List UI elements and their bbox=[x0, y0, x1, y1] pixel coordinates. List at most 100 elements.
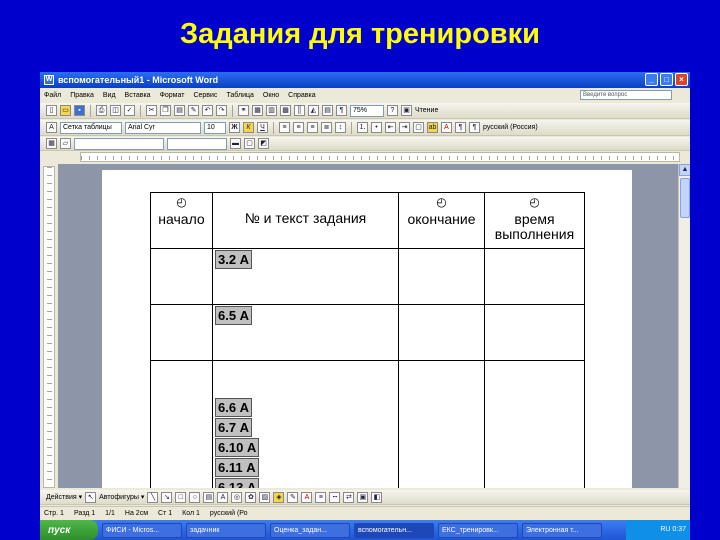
scroll-up-icon[interactable]: ▲ bbox=[679, 164, 690, 176]
rectangle-icon[interactable]: □ bbox=[175, 491, 187, 503]
open-folder-icon[interactable]: ▭ bbox=[60, 105, 71, 116]
ltr-icon[interactable]: ¶ bbox=[455, 122, 466, 133]
shadow-icon[interactable]: ▣ bbox=[357, 491, 369, 503]
table-cell-duration[interactable] bbox=[484, 360, 585, 488]
fill-color-icon[interactable]: ◈ bbox=[273, 491, 285, 503]
task-label[interactable]: 6.5 А bbox=[215, 306, 253, 325]
taskbar-window-button[interactable]: задачник bbox=[186, 522, 266, 538]
hyperlink-icon[interactable]: ⚭ bbox=[238, 105, 249, 116]
taskbar-window-button[interactable]: ФИСИ - Micros... bbox=[102, 522, 182, 538]
taskbar-window-button[interactable]: Электронная т... bbox=[522, 522, 602, 538]
menu-file[interactable]: Файл bbox=[44, 92, 61, 99]
menu-table[interactable]: Таблица bbox=[226, 92, 253, 99]
highlight-icon[interactable]: ab bbox=[427, 122, 438, 133]
zoom-select[interactable]: 75% bbox=[350, 104, 384, 117]
system-tray-clock[interactable]: RU 0:37 bbox=[626, 520, 690, 540]
numbering-icon[interactable]: ⒈ bbox=[357, 122, 368, 133]
document-page[interactable]: ◴ начало № и текст задания ◴ окончание ◴… bbox=[102, 170, 632, 488]
menu-edit[interactable]: Правка bbox=[70, 92, 94, 99]
cut-icon[interactable]: ✂ bbox=[146, 105, 157, 116]
justify-icon[interactable]: ≣ bbox=[321, 122, 332, 133]
rtl-icon[interactable]: ¶ bbox=[469, 122, 480, 133]
underline-icon[interactable]: Ч bbox=[257, 122, 268, 133]
save-icon[interactable]: ▪ bbox=[74, 105, 85, 116]
menu-help[interactable]: Справка bbox=[288, 92, 315, 99]
draw-actions-menu[interactable]: Действия ▾ bbox=[46, 493, 82, 501]
spelling-icon[interactable]: ✓ bbox=[124, 105, 135, 116]
align-center-icon[interactable]: ≡ bbox=[293, 122, 304, 133]
clipart-icon[interactable]: ✿ bbox=[245, 491, 257, 503]
table-draw-icon[interactable]: ▦ bbox=[46, 138, 57, 149]
read-mode-button[interactable]: Чтение bbox=[415, 107, 438, 114]
3d-icon[interactable]: ◧ bbox=[371, 491, 383, 503]
window-titlebar[interactable]: W вспомогательный1 - Microsoft Word _ □ … bbox=[40, 72, 690, 88]
drawing-icon[interactable]: ◭ bbox=[308, 105, 319, 116]
doc-map-icon[interactable]: ▤ bbox=[322, 105, 333, 116]
table-cell-task[interactable]: 3.2 А bbox=[212, 248, 399, 305]
align-right-icon[interactable]: ≡ bbox=[307, 122, 318, 133]
border-color-icon[interactable]: ▬ bbox=[230, 138, 241, 149]
taskbar-window-button[interactable]: Оценка_задан... bbox=[270, 522, 350, 538]
table-cell-end[interactable] bbox=[398, 304, 485, 361]
oval-icon[interactable]: ○ bbox=[189, 491, 201, 503]
picture-icon[interactable]: ▨ bbox=[259, 491, 271, 503]
line-style-icon[interactable]: ≡ bbox=[315, 491, 327, 503]
menu-format[interactable]: Формат bbox=[160, 92, 185, 99]
insert-excel-icon[interactable]: ▩ bbox=[280, 105, 291, 116]
align-left-icon[interactable]: ≡ bbox=[279, 122, 290, 133]
table-cell-duration[interactable] bbox=[484, 304, 585, 361]
taskbar-window-button-active[interactable]: вспомогательн... bbox=[354, 522, 434, 538]
preview-icon[interactable]: ◫ bbox=[110, 105, 121, 116]
task-label[interactable]: 6.7 А bbox=[215, 418, 253, 437]
line-style-select[interactable] bbox=[74, 137, 164, 150]
table-cell-end[interactable] bbox=[398, 248, 485, 305]
minimize-icon[interactable]: _ bbox=[645, 73, 658, 86]
increase-indent-icon[interactable]: ⇥ bbox=[399, 122, 410, 133]
table-cell-start[interactable] bbox=[150, 360, 213, 488]
taskbar-window-button[interactable]: ЕКС_тренировк... bbox=[438, 522, 518, 538]
font-color-icon[interactable]: A bbox=[441, 122, 452, 133]
dash-style-icon[interactable]: ┅ bbox=[329, 491, 341, 503]
header-end-cell[interactable]: ◴ окончание bbox=[398, 192, 485, 249]
table-cell-start[interactable] bbox=[150, 304, 213, 361]
copy-icon[interactable]: ❐ bbox=[160, 105, 171, 116]
font-select[interactable]: Arial Cyr bbox=[125, 121, 201, 134]
select-pointer-icon[interactable]: ↖ bbox=[85, 491, 97, 503]
bold-icon[interactable]: Ж bbox=[229, 122, 240, 133]
arrow-style-icon[interactable]: ⇄ bbox=[343, 491, 355, 503]
font-size-select[interactable]: 10 bbox=[204, 121, 226, 134]
diagram-icon[interactable]: ◎ bbox=[231, 491, 243, 503]
menu-view[interactable]: Вид bbox=[103, 92, 116, 99]
task-label[interactable]: 6.6 А bbox=[215, 398, 253, 417]
start-button[interactable]: пуск bbox=[40, 520, 98, 540]
undo-icon[interactable]: ↶ bbox=[202, 105, 213, 116]
font-color-draw-icon[interactable]: A bbox=[301, 491, 313, 503]
outside-border-icon[interactable]: ▢ bbox=[244, 138, 255, 149]
borders-icon[interactable]: ▢ bbox=[413, 122, 424, 133]
eraser-icon[interactable]: ▱ bbox=[60, 138, 71, 149]
horizontal-ruler[interactable] bbox=[80, 152, 680, 162]
vertical-ruler[interactable] bbox=[43, 166, 55, 488]
scroll-thumb[interactable] bbox=[680, 178, 690, 218]
paste-icon[interactable]: ▤ bbox=[174, 105, 185, 116]
table-cell-duration[interactable] bbox=[484, 248, 585, 305]
insert-table-icon[interactable]: ▥ bbox=[266, 105, 277, 116]
autoshapes-menu[interactable]: Автофигуры ▾ bbox=[99, 493, 144, 501]
task-label[interactable]: 6.13 А bbox=[215, 478, 260, 488]
italic-icon[interactable]: К bbox=[243, 122, 254, 133]
close-icon[interactable]: × bbox=[675, 73, 688, 86]
menu-window[interactable]: Окно bbox=[263, 92, 279, 99]
shading-icon[interactable]: ◩ bbox=[258, 138, 269, 149]
vertical-scrollbar[interactable]: ▲ bbox=[678, 164, 690, 488]
style-select[interactable]: Сетка таблицы bbox=[60, 121, 122, 134]
header-duration-cell[interactable]: ◴ время выполнения bbox=[484, 192, 585, 249]
task-label[interactable]: 6.11 А bbox=[215, 458, 259, 477]
line-weight-select[interactable] bbox=[167, 137, 227, 150]
task-label[interactable]: 6.10 А bbox=[215, 438, 260, 457]
bullets-icon[interactable]: • bbox=[371, 122, 382, 133]
help-icon[interactable]: ? bbox=[387, 105, 398, 116]
tables-borders-icon[interactable]: ▦ bbox=[252, 105, 263, 116]
format-painter-icon[interactable]: ✎ bbox=[188, 105, 199, 116]
maximize-icon[interactable]: □ bbox=[660, 73, 673, 86]
arrow-icon[interactable]: ↘ bbox=[161, 491, 173, 503]
